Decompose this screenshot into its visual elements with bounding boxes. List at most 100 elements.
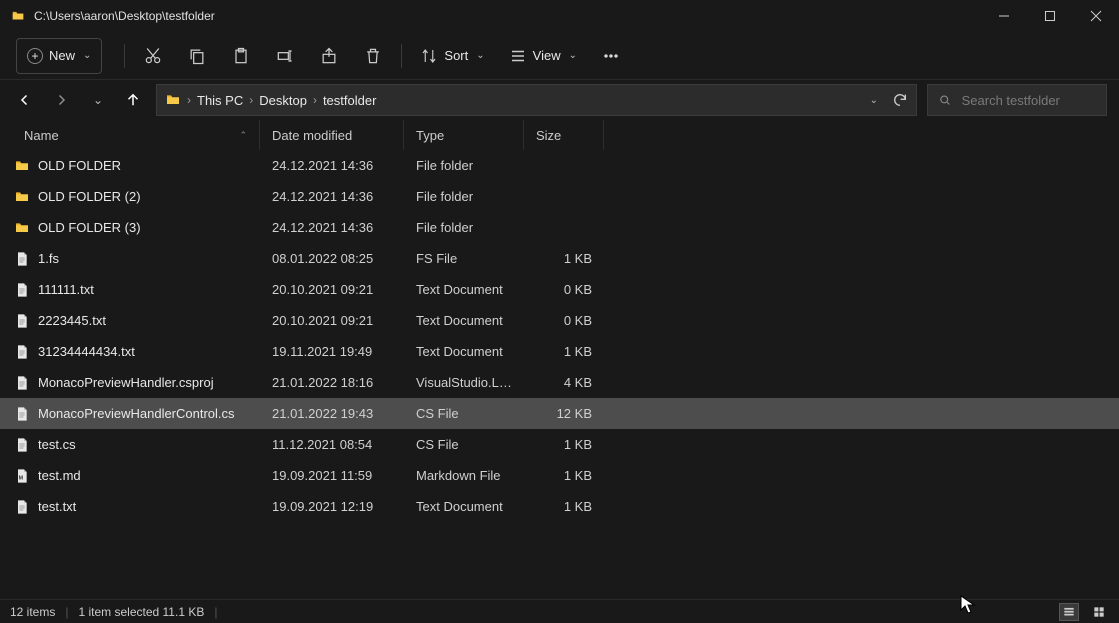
navigation-row: ⌄ › This PC › Desktop › testfolder ⌄ <box>0 80 1119 120</box>
up-button[interactable] <box>120 86 146 114</box>
breadcrumb[interactable]: Desktop <box>259 93 307 108</box>
view-icon <box>509 47 527 65</box>
cut-icon <box>143 46 163 66</box>
new-button[interactable]: + New ⌄ <box>16 38 102 74</box>
file-date: 21.01.2022 18:16 <box>260 375 404 390</box>
window-title: C:\Users\aaron\Desktop\testfolder <box>34 9 981 23</box>
file-date: 24.12.2021 14:36 <box>260 189 404 204</box>
file-type: CS File <box>404 406 524 421</box>
address-bar[interactable]: › This PC › Desktop › testfolder ⌄ <box>156 84 917 116</box>
file-name-cell: 111111.txt <box>10 282 260 298</box>
breadcrumb[interactable]: This PC <box>197 93 243 108</box>
file-row[interactable]: 1.fs08.01.2022 08:25FS File1 KB <box>0 243 1119 274</box>
chevron-right-icon: › <box>187 93 191 107</box>
large-icons-view-toggle[interactable] <box>1089 603 1109 621</box>
file-date: 20.10.2021 09:21 <box>260 313 404 328</box>
file-icon <box>14 375 30 391</box>
file-name: 111111.txt <box>38 282 94 297</box>
status-count: 12 items <box>10 605 55 619</box>
file-row[interactable]: OLD FOLDER (3)24.12.2021 14:36File folde… <box>0 212 1119 243</box>
back-button[interactable] <box>12 86 38 114</box>
search-input[interactable] <box>962 93 1096 108</box>
breadcrumb[interactable]: testfolder <box>323 93 376 108</box>
file-row[interactable]: test.md 19.09.2021 11:59Markdown File1 KB <box>0 460 1119 491</box>
share-icon <box>319 46 339 66</box>
file-type: FS File <box>404 251 524 266</box>
chevron-down-icon: ⌄ <box>476 50 484 61</box>
file-row[interactable]: OLD FOLDER24.12.2021 14:36File folder <box>0 150 1119 181</box>
file-name: test.txt <box>38 499 76 514</box>
file-date: 19.11.2021 19:49 <box>260 344 404 359</box>
file-row[interactable]: OLD FOLDER (2)24.12.2021 14:36File folde… <box>0 181 1119 212</box>
maximize-button[interactable] <box>1027 0 1073 32</box>
chevron-down-icon: ⌄ <box>569 50 577 61</box>
file-date: 19.09.2021 11:59 <box>260 468 404 483</box>
file-type: CS File <box>404 437 524 452</box>
file-size: 1 KB <box>524 251 604 266</box>
file-name: test.md <box>38 468 81 483</box>
chevron-down-icon[interactable]: ⌄ <box>870 95 878 106</box>
file-type: File folder <box>404 220 524 235</box>
separator <box>124 44 125 68</box>
file-icon <box>14 406 30 422</box>
file-row[interactable]: test.txt 19.09.2021 12:19Text Document1 K… <box>0 491 1119 522</box>
file-size: 12 KB <box>524 406 604 421</box>
refresh-button[interactable] <box>892 92 908 108</box>
file-size: 1 KB <box>524 468 604 483</box>
file-row[interactable]: MonacoPreviewHandler.csproj21.01.2022 18… <box>0 367 1119 398</box>
file-name-cell: MonacoPreviewHandler.csproj <box>10 375 260 391</box>
file-type: Text Document <box>404 313 524 328</box>
rename-icon <box>275 46 295 66</box>
file-row[interactable]: 31234444434.txt19.11.2021 19:49Text Docu… <box>0 336 1119 367</box>
file-type: Text Document <box>404 282 524 297</box>
file-type: Text Document <box>404 344 524 359</box>
rename-button[interactable] <box>263 38 307 74</box>
file-name: OLD FOLDER <box>38 158 121 173</box>
search-box[interactable] <box>927 84 1107 116</box>
column-header-date[interactable]: Date modified <box>260 120 404 150</box>
cut-button[interactable] <box>131 38 175 74</box>
file-row[interactable]: 111111.txt20.10.2021 09:21Text Document0… <box>0 274 1119 305</box>
paste-button[interactable] <box>219 38 263 74</box>
view-label: View <box>533 48 561 63</box>
delete-button[interactable] <box>351 38 395 74</box>
sort-icon <box>420 47 438 65</box>
file-row[interactable]: MonacoPreviewHandlerControl.cs21.01.2022… <box>0 398 1119 429</box>
view-button[interactable]: View ⌄ <box>497 38 589 74</box>
file-icon <box>14 251 30 267</box>
file-name-cell: 2223445.txt <box>10 313 260 329</box>
file-name-cell: OLD FOLDER (2) <box>10 189 260 205</box>
forward-button[interactable] <box>48 86 74 114</box>
share-button[interactable] <box>307 38 351 74</box>
recent-dropdown[interactable]: ⌄ <box>84 86 110 114</box>
file-name-cell: test.cs <box>10 437 260 453</box>
sort-button[interactable]: Sort ⌄ <box>408 38 496 74</box>
folder-icon <box>10 9 26 23</box>
file-date: 11.12.2021 08:54 <box>260 437 404 452</box>
copy-button[interactable] <box>175 38 219 74</box>
file-name: MonacoPreviewHandlerControl.cs <box>38 406 235 421</box>
file-name-cell: test.md <box>10 468 260 484</box>
details-view-toggle[interactable] <box>1059 603 1079 621</box>
file-date: 19.09.2021 12:19 <box>260 499 404 514</box>
folder-icon <box>14 220 30 236</box>
column-header-type[interactable]: Type <box>404 120 524 150</box>
file-size: 4 KB <box>524 375 604 390</box>
file-name: test.cs <box>38 437 76 452</box>
minimize-button[interactable] <box>981 0 1027 32</box>
file-date: 24.12.2021 14:36 <box>260 220 404 235</box>
file-type: Markdown File <box>404 468 524 483</box>
file-size: 1 KB <box>524 499 604 514</box>
folder-icon <box>14 189 30 205</box>
column-header-size[interactable]: Size <box>524 120 604 150</box>
file-list[interactable]: OLD FOLDER24.12.2021 14:36File folderOLD… <box>0 150 1119 599</box>
file-icon <box>14 437 30 453</box>
file-type: Text Document <box>404 499 524 514</box>
search-icon <box>938 92 952 108</box>
file-icon <box>14 468 30 484</box>
close-button[interactable] <box>1073 0 1119 32</box>
file-row[interactable]: test.cs11.12.2021 08:54CS File1 KB <box>0 429 1119 460</box>
file-row[interactable]: 2223445.txt20.10.2021 09:21Text Document… <box>0 305 1119 336</box>
column-header-name[interactable]: Name ⌃ <box>0 120 260 150</box>
more-button[interactable] <box>589 38 633 74</box>
